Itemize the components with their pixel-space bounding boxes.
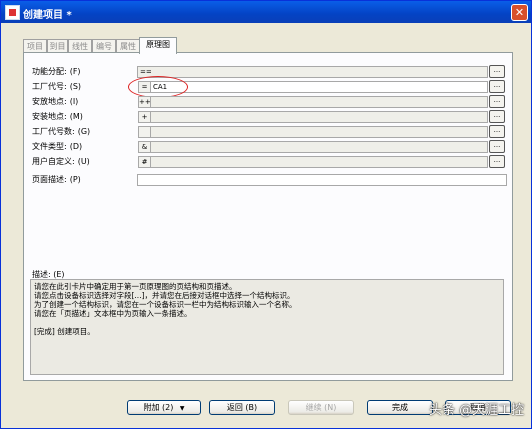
chevron-down-icon: ▼: [179, 405, 185, 412]
tab-numbering[interactable]: 编号: [92, 39, 116, 53]
wizard-window: 创建项目 * ✕ 项目 到目 线性 编号 属性 原理图 功能分配: (F) == …: [0, 0, 532, 429]
description-line: [34, 318, 500, 327]
append-label: 附加 (2): [143, 403, 174, 412]
field-row-function: 功能分配: (F) == ...: [24, 65, 512, 78]
description-line: 为了创建一个结构标识，请您在一个设备标识一栏中为结构标识输入一个名称。: [34, 300, 297, 309]
field-row-plant-code: 工厂代号: (S) = CA1 ...: [24, 76, 512, 98]
finish-button[interactable]: 完成: [367, 400, 433, 415]
user-defined-input[interactable]: [150, 156, 488, 168]
function-label: 功能分配: (F): [32, 67, 81, 76]
location-edit-button[interactable]: ...: [489, 110, 505, 123]
plant-count-label: 工厂代号数: (G): [32, 127, 91, 136]
description-box: 请您在此引卡片中确定用于第一页原理图的页结构和页描述。 请您点击设备标识选择对字…: [30, 279, 504, 375]
tab-target[interactable]: 到目: [47, 39, 68, 53]
app-icon: [5, 5, 20, 20]
page-description-label: 页面描述: (P): [32, 175, 81, 184]
user-defined-label: 用户自定义: (U): [32, 157, 90, 166]
highlight-circle: [128, 76, 188, 98]
watermark: 头条 @天涯工控: [429, 403, 525, 418]
placement-input[interactable]: [150, 96, 488, 108]
function-field[interactable]: ==: [137, 66, 488, 78]
field-row-plant-count: 工厂代号数: (G) ...: [24, 125, 512, 138]
plant-count-input[interactable]: [150, 126, 488, 138]
field-row-doc-type: 文件类型: (D) & ...: [24, 140, 512, 153]
plant-code-edit-button[interactable]: ...: [489, 80, 505, 93]
field-row-page-description: 页面描述: (P): [24, 174, 512, 186]
schematic-panel: 功能分配: (F) == ... 工厂代号: (S) = CA1 ... 安放地点:…: [23, 52, 513, 381]
close-button[interactable]: ✕: [511, 4, 528, 21]
tab-schematic[interactable]: 原理图: [139, 37, 177, 54]
next-button[interactable]: 继续 (N): [288, 400, 354, 415]
placement-edit-button[interactable]: ...: [489, 95, 505, 108]
page-description-input[interactable]: [137, 174, 507, 186]
description-line: 请您点击设备标识选择对字段[...]，并请您在后接对话框中选择一个结构标识。: [34, 291, 295, 300]
append-button[interactable]: 附加 (2) ▼: [127, 400, 201, 415]
description-line: 请您在「页描述」文本框中为页输入一条描述。: [34, 309, 192, 318]
doc-type-label: 文件类型: (D): [32, 142, 83, 151]
user-defined-edit-button[interactable]: ...: [489, 155, 505, 168]
doc-type-edit-button[interactable]: ...: [489, 140, 505, 153]
back-button[interactable]: 返回 (B): [209, 400, 275, 415]
plant-code-label: 工厂代号: (S): [32, 82, 82, 91]
description-line: 请您在此引卡片中确定用于第一页原理图的页结构和页描述。: [34, 282, 237, 291]
function-edit-button[interactable]: ...: [489, 65, 505, 78]
tab-project[interactable]: 项目: [23, 39, 47, 53]
plant-count-edit-button[interactable]: ...: [489, 125, 505, 138]
location-label: 安装地点: (M): [32, 112, 83, 121]
plant-code-input[interactable]: CA1: [150, 81, 488, 93]
field-row-user-defined: 用户自定义: (U) # ...: [24, 155, 512, 168]
description-line: [完成] 创建项目。: [34, 327, 95, 336]
window-title: 创建项目 *: [23, 10, 72, 21]
tab-properties[interactable]: 属性: [116, 39, 140, 53]
field-row-placement: 安放地点: (I) ++ ...: [24, 95, 512, 108]
field-row-location: 安装地点: (M) + ...: [24, 110, 512, 123]
tab-linear[interactable]: 线性: [68, 39, 92, 53]
placement-label: 安放地点: (I): [32, 97, 79, 106]
location-input[interactable]: [150, 111, 488, 123]
doc-type-input[interactable]: [150, 141, 488, 153]
title-bar[interactable]: 创建项目 * ✕: [1, 1, 531, 23]
